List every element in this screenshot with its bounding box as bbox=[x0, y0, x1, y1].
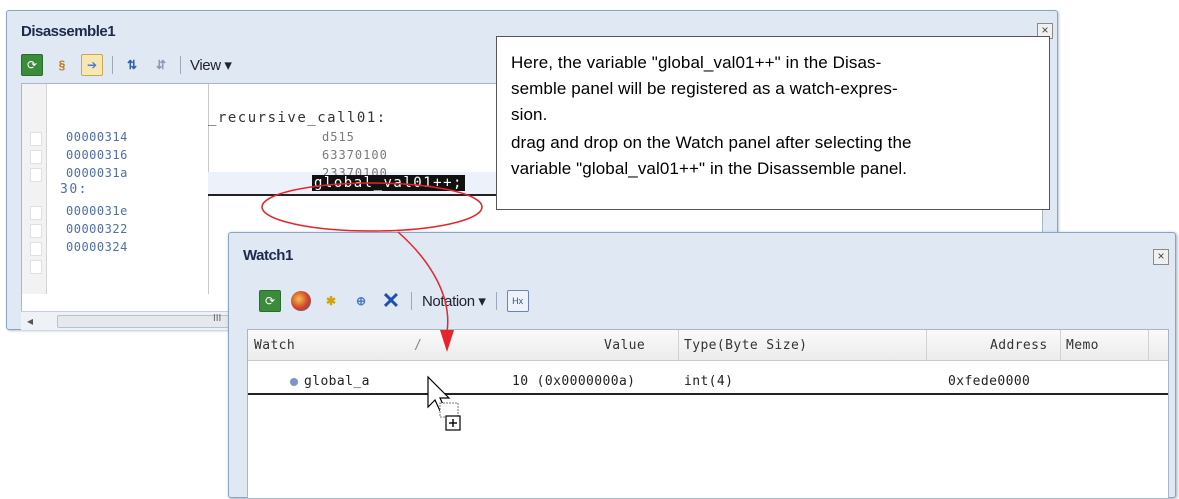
refresh-icon[interactable]: ⟳ bbox=[259, 290, 281, 312]
callout-line: sion. bbox=[511, 105, 548, 124]
color-palette-icon[interactable] bbox=[291, 291, 311, 311]
address-cell: 00000324 bbox=[66, 240, 128, 254]
sort-indicator: / bbox=[414, 338, 423, 353]
step-into-icon[interactable]: ⇅ bbox=[122, 55, 142, 75]
address-cell: 0000031e bbox=[66, 204, 128, 218]
watch-toolbar: ⟳ ✱ ⊕ ✕ Notation ▾ Hx bbox=[259, 285, 529, 317]
watch-table[interactable]: Watch / Value Type(Byte Size) Address Me… bbox=[247, 329, 1169, 499]
callout-line: Here, the variable "global_val01++" in t… bbox=[511, 53, 882, 72]
breakpoint-gutter[interactable] bbox=[22, 84, 47, 294]
delete-icon[interactable]: ✕ bbox=[381, 288, 401, 313]
callout-line: variable "global_val01++" in the Disasse… bbox=[511, 159, 908, 178]
add-watch-icon[interactable]: ✱ bbox=[321, 291, 341, 311]
scrollbar-grip: III bbox=[213, 313, 222, 324]
scroll-left-icon[interactable]: ◂ bbox=[27, 314, 33, 328]
column-header-watch[interactable]: Watch bbox=[254, 338, 295, 353]
toolbar-separator bbox=[411, 292, 412, 310]
callout-line: semble panel will be registered as a wat… bbox=[511, 79, 898, 98]
horizontal-scrollbar[interactable]: ◂ III bbox=[21, 311, 245, 330]
toolbar-separator bbox=[180, 56, 181, 74]
watch-item-type: int(4) bbox=[684, 374, 734, 389]
function-label: _recursive_call01: bbox=[208, 110, 387, 126]
step-over-icon[interactable]: ⇵ bbox=[151, 55, 171, 75]
address-cell: 00000322 bbox=[66, 222, 128, 236]
toolbar-separator bbox=[495, 292, 497, 310]
watch-item-address: 0xfede0000 bbox=[948, 374, 1031, 389]
address-cell: 0000031a bbox=[66, 166, 128, 180]
selected-variable[interactable]: global_val01++; bbox=[312, 175, 465, 191]
watch-item-name[interactable]: global_a bbox=[304, 374, 370, 389]
add-folder-icon[interactable]: ⊕ bbox=[351, 291, 371, 311]
watch-table-header: Watch / Value Type(Byte Size) Address Me… bbox=[248, 330, 1168, 361]
refresh-icon[interactable]: ⟳ bbox=[21, 54, 43, 76]
drop-position-line bbox=[248, 393, 1168, 395]
scrollbar-thumb[interactable] bbox=[57, 315, 239, 328]
column-header-memo[interactable]: Memo bbox=[1066, 338, 1099, 353]
column-header-type[interactable]: Type(Byte Size) bbox=[684, 338, 807, 353]
column-header-value[interactable]: Value bbox=[604, 338, 645, 353]
save-code-icon[interactable]: ➔ bbox=[81, 54, 103, 76]
hex-display-icon[interactable]: Hx bbox=[506, 290, 529, 312]
code-cell: 63370100 bbox=[322, 148, 388, 162]
source-line-number: 30: bbox=[60, 182, 88, 197]
watch-item-icon bbox=[290, 378, 298, 386]
watch-panel: Watch1 × ⟳ ✱ ⊕ ✕ Notation ▾ Hx Watch / V… bbox=[228, 232, 1176, 499]
watch-panel-title: Watch1 bbox=[243, 247, 293, 264]
callout-line: drag and drop on the Watch panel after s… bbox=[511, 133, 912, 152]
code-cell: d515 bbox=[322, 130, 355, 144]
address-cell: 00000316 bbox=[66, 148, 128, 162]
view-menu-button[interactable]: View ▾ bbox=[190, 56, 232, 74]
address-cell: 00000314 bbox=[66, 130, 128, 144]
go-to-symbol-icon[interactable]: § bbox=[52, 55, 72, 75]
notation-menu-button[interactable]: Notation ▾ bbox=[422, 292, 486, 310]
disassemble-panel-title: Disassemble1 bbox=[21, 23, 116, 40]
toolbar-separator bbox=[112, 56, 113, 74]
explanation-callout: Here, the variable "global_val01++" in t… bbox=[496, 36, 1050, 210]
column-header-address[interactable]: Address bbox=[990, 338, 1048, 353]
watch-item-value[interactable]: 10 (0x0000000a) bbox=[512, 374, 635, 389]
watch-close-icon[interactable]: × bbox=[1153, 249, 1169, 265]
disassemble-toolbar: ⟳ § ➔ ⇅ ⇵ View ▾ bbox=[21, 51, 232, 79]
